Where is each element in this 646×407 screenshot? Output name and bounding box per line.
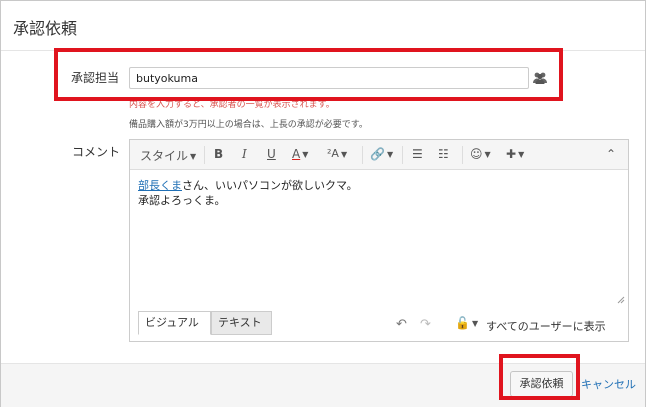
chevron-down-icon: ▼ [302, 150, 309, 159]
insert-button[interactable]: ✚ ▼ [506, 147, 524, 161]
purchase-note: 備品購入額が3万円以上の場合は、上長の承認が必要です。 [129, 120, 368, 130]
comment-line-1: 部長くまさん、いいパソコンが欲しいクマ。 [138, 179, 358, 192]
style-dropdown[interactable]: スタイル ▼ [140, 147, 196, 164]
numbered-list-button[interactable]: ☷ [438, 147, 449, 161]
tab-visual[interactable]: ビジュアル [138, 311, 211, 335]
underline-button[interactable]: U [267, 147, 276, 161]
chevron-down-icon: ▼ [386, 150, 394, 159]
undo-icon[interactable]: ↶ [396, 317, 407, 332]
approval-request-dialog: 承認依頼 承認担当 内容を入力すると、承認者の一覧が表示されます。 備品購入額が… [0, 0, 646, 407]
highlight-box-submit [499, 354, 580, 400]
emoji-button[interactable]: ☺ ▼ [470, 147, 491, 161]
mention-link[interactable]: 部長くま [138, 179, 182, 192]
emoji-icon: ☺ [470, 147, 483, 161]
editor-toolbar: スタイル ▼ B I U A ▼ ²A ▼ 🔗 ▼ ☰ ☷ ☺ ▼ ✚ ▼ ⌃ [130, 140, 628, 170]
visibility-label[interactable]: すべてのユーザーに表示 [486, 318, 606, 334]
chevron-down-icon: ▼ [471, 319, 479, 328]
collapse-toolbar-button[interactable]: ⌃ [606, 147, 616, 161]
highlight-box-approver [54, 48, 563, 101]
chevron-down-icon: ▼ [518, 150, 525, 159]
editor-status-bar: ビジュアル テキスト ↶ ↷ 🔓 ▼ すべてのユーザーに表示 [130, 311, 628, 341]
redo-icon[interactable]: ↷ [420, 317, 431, 332]
font-size-button[interactable]: ²A ▼ [327, 147, 347, 160]
chevron-down-icon: ▼ [484, 150, 491, 159]
cancel-link[interactable]: キャンセル [581, 376, 636, 392]
dialog-header: 承認依頼 [1, 1, 645, 51]
bullet-list-icon: ☰ [412, 147, 423, 161]
italic-button[interactable]: I [242, 147, 247, 161]
plus-icon: ✚ [506, 147, 517, 161]
text-color-button[interactable]: A ▼ [292, 147, 308, 161]
bullet-list-button[interactable]: ☰ [412, 147, 423, 161]
lock-icon[interactable]: 🔓 ▼ [455, 316, 478, 330]
numbered-list-icon: ☷ [438, 147, 449, 161]
toolbar-divider [362, 146, 363, 164]
bold-button[interactable]: B [214, 147, 223, 161]
editor-content[interactable]: 部長くまさん、いいパソコンが欲しいクマ。 承認よろっくま。 [138, 178, 358, 208]
comment-label: コメント [72, 145, 121, 159]
toolbar-divider [402, 146, 403, 164]
double-chevron-up-icon: ⌃ [606, 147, 617, 161]
dialog-title: 承認依頼 [13, 19, 78, 38]
tab-text[interactable]: テキスト [211, 311, 272, 335]
link-button[interactable]: 🔗 ▼ [370, 147, 393, 161]
toolbar-divider [204, 146, 205, 164]
chevron-down-icon: ▼ [340, 149, 348, 159]
resize-handle-icon[interactable] [617, 293, 625, 304]
chevron-down-icon: ▼ [190, 152, 197, 161]
toolbar-divider [462, 146, 463, 164]
link-icon: 🔗 [370, 147, 385, 161]
comment-line-2: 承認よろっくま。 [138, 194, 226, 207]
comment-editor: スタイル ▼ B I U A ▼ ²A ▼ 🔗 ▼ ☰ ☷ ☺ ▼ ✚ ▼ ⌃ 部長くまさん… [129, 139, 629, 342]
